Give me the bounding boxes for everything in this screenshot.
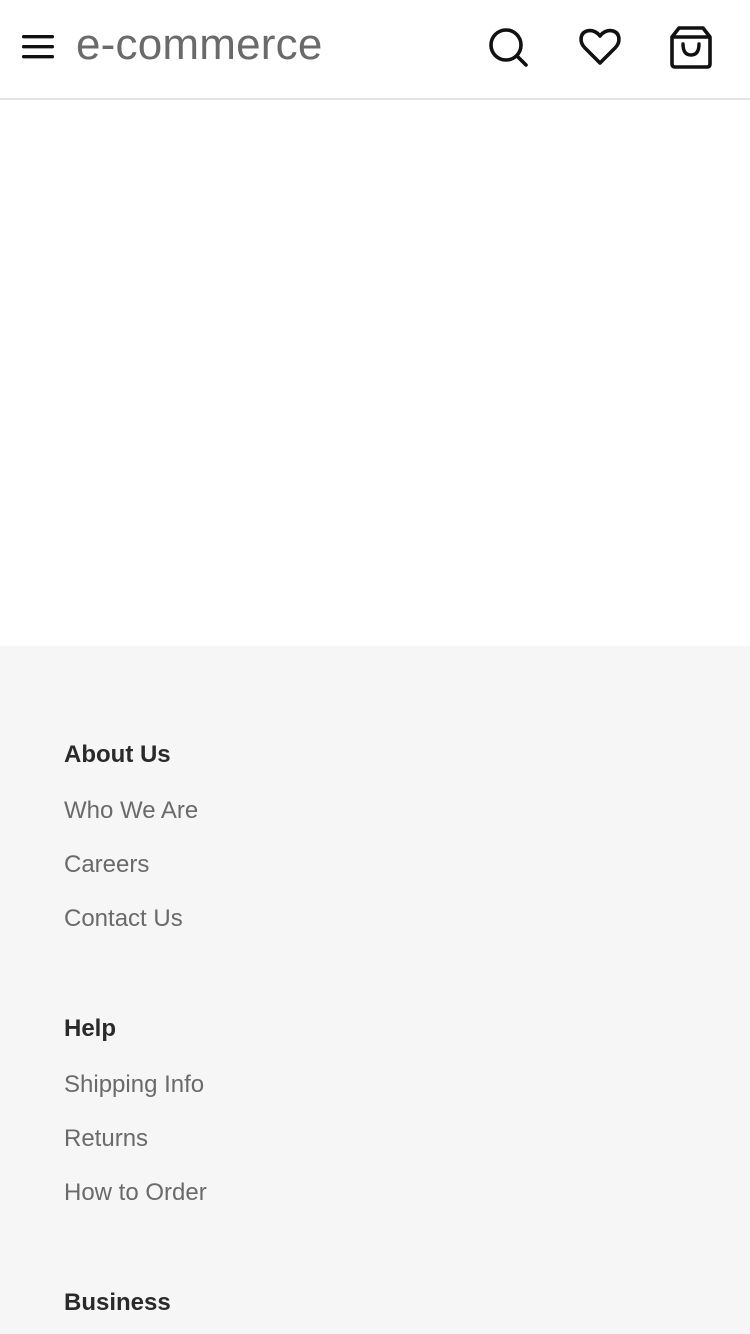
main-content-area <box>0 100 750 646</box>
footer-section-title: Business <box>64 1289 171 1316</box>
footer-section-business: Business <box>64 1288 171 1318</box>
footer-section-title: About Us <box>64 741 171 768</box>
footer-link-returns[interactable]: Returns <box>64 1124 207 1154</box>
search-icon[interactable] <box>486 24 532 70</box>
footer-section-about-us: About Us Who We Are Careers Contact Us <box>64 740 198 934</box>
brand-logo-text[interactable]: e-commerce <box>76 18 323 72</box>
footer-link-how-to-order[interactable]: How to Order <box>64 1178 207 1208</box>
footer-link-contact-us[interactable]: Contact Us <box>64 904 198 934</box>
footer-link-careers[interactable]: Careers <box>64 850 198 880</box>
shopping-bag-icon[interactable] <box>668 24 714 70</box>
footer-link-who-we-are[interactable]: Who We Are <box>64 796 198 826</box>
footer-section-title: Help <box>64 1015 117 1042</box>
footer-link-shipping-info[interactable]: Shipping Info <box>64 1070 207 1100</box>
heart-icon[interactable] <box>577 24 623 70</box>
footer: About Us Who We Are Careers Contact Us H… <box>0 646 750 1334</box>
footer-section-help: Help Shipping Info Returns How to Order <box>64 1014 207 1208</box>
top-app-bar: e-commerce <box>0 0 750 100</box>
hamburger-menu-icon[interactable] <box>20 28 56 64</box>
